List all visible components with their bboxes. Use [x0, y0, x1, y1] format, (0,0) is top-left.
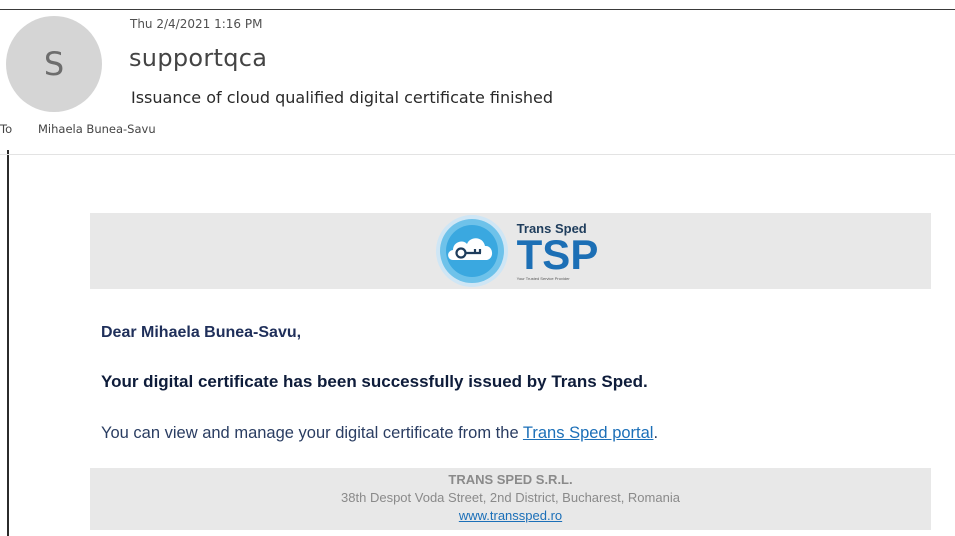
portal-link[interactable]: Trans Sped portal	[523, 424, 654, 442]
sender-avatar[interactable]: S	[6, 16, 102, 112]
avatar-initial: S	[43, 45, 65, 83]
trans-sped-logo: Trans Sped TSP Your Trusted Service Prov…	[435, 214, 599, 288]
footer-company: TRANS SPED S.R.L.	[448, 472, 573, 487]
headline: Your digital certificate has been succes…	[101, 372, 648, 391]
sender-name[interactable]: supportqca	[129, 44, 267, 72]
greeting: Dear Mihaela Bunea-Savu,	[101, 324, 302, 341]
to-label: To	[0, 122, 13, 136]
window-top-border	[0, 9, 955, 10]
message-subject: Issuance of cloud qualified digital cert…	[131, 88, 554, 107]
header-divider	[0, 154, 955, 155]
message-date: Thu 2/4/2021 1:16 PM	[130, 17, 263, 31]
recipient-row: To Mihaela Bunea-Savu	[0, 122, 156, 136]
brand-tagline: Your Trusted Service Provider	[516, 275, 570, 281]
email-footer: TRANS SPED S.R.L. 38th Despot Voda Stree…	[90, 468, 931, 530]
reading-pane-left-border	[7, 150, 9, 536]
cloud-key-icon	[435, 215, 508, 287]
recipient-name[interactable]: Mihaela Bunea-Savu	[38, 122, 156, 136]
paragraph-text: You can view and manage your digital cer…	[101, 424, 523, 442]
email-banner: Trans Sped TSP Your Trusted Service Prov…	[90, 213, 931, 289]
brand-abbr: TSP	[516, 230, 599, 278]
footer-address: 38th Despot Voda Street, 2nd District, B…	[341, 490, 680, 505]
footer-website-link[interactable]: www.transsped.ro	[459, 508, 562, 523]
portal-paragraph: You can view and manage your digital cer…	[101, 424, 658, 443]
paragraph-end: .	[653, 424, 659, 442]
